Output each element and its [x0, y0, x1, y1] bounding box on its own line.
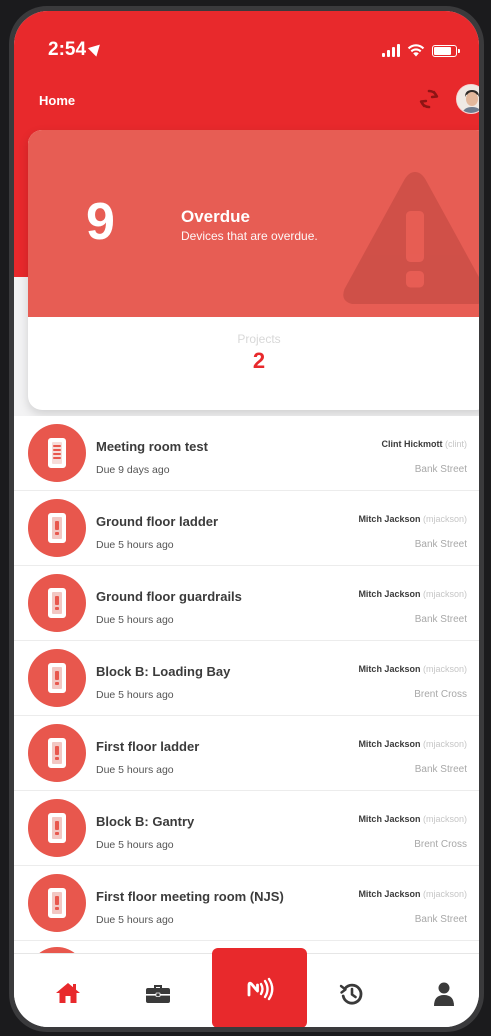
- assignee-name: Mitch Jackson: [358, 514, 421, 524]
- signal-icon: [382, 44, 400, 57]
- status-icons: [382, 43, 460, 57]
- device-alert-icon: [28, 499, 86, 557]
- phone-frame: 2:54 Home 9 Overdue Devices that are ove…: [9, 6, 484, 1032]
- item-location: Bank Street: [414, 914, 467, 925]
- item-assignee: Mitch Jackson (mjackson): [358, 814, 467, 824]
- device-alert-icon: [28, 724, 86, 782]
- assignee-name: Clint Hickmott: [381, 439, 443, 449]
- item-assignee: Mitch Jackson (mjackson): [358, 664, 467, 674]
- status-time: 2:54: [48, 39, 105, 61]
- item-assignee: Mitch Jackson (mjackson): [358, 889, 467, 899]
- item-location: Brent Cross: [414, 839, 467, 850]
- assignee-username: (mjackson): [422, 664, 467, 674]
- status-time-text: 2:54: [48, 39, 87, 60]
- projects-count: 2: [252, 348, 266, 373]
- wifi-icon: [407, 43, 425, 57]
- assignee-name: Mitch Jackson: [358, 814, 421, 824]
- document-icon: [28, 424, 86, 482]
- avatar[interactable]: [456, 84, 479, 114]
- avatar-image: [457, 85, 479, 113]
- item-due: Due 5 hours ago: [96, 764, 174, 776]
- item-location: Bank Street: [414, 539, 467, 550]
- tab-home[interactable]: [28, 954, 108, 1027]
- tab-profile[interactable]: [404, 954, 479, 1027]
- item-title: First floor meeting room (NJS): [96, 889, 284, 904]
- item-title: First floor ladder: [96, 739, 200, 754]
- tab-nfc-scan[interactable]: [212, 948, 307, 1027]
- item-due: Due 5 hours ago: [96, 614, 174, 626]
- list-item[interactable]: Block B: Loading Bay Due 5 hours ago Mitch…: [14, 641, 479, 716]
- projects-label: Projects: [237, 332, 281, 346]
- history-icon: [339, 983, 363, 1005]
- sync-icon: [419, 89, 439, 109]
- item-location: Bank Street: [414, 764, 467, 775]
- list-item[interactable]: Ground floor ladder Due 5 hours ago Mitch …: [14, 491, 479, 566]
- item-assignee: Mitch Jackson (mjackson): [358, 739, 467, 749]
- item-due: Due 5 hours ago: [96, 689, 174, 701]
- assignee-name: Mitch Jackson: [358, 889, 421, 899]
- app-screen: 2:54 Home 9 Overdue Devices that are ove…: [14, 11, 479, 1027]
- list-item[interactable]: Ground floor guardrails Due 5 hours ago Mi…: [14, 566, 479, 641]
- location-arrow-icon: [87, 40, 105, 57]
- assignee-username: (mjackson): [422, 739, 467, 749]
- item-assignee: Clint Hickmott (clint): [381, 439, 467, 449]
- item-title: Ground floor ladder: [96, 514, 219, 529]
- device-alert-icon: [28, 874, 86, 932]
- overdue-title: Overdue: [181, 207, 250, 226]
- item-due: Due 9 days ago: [96, 464, 170, 476]
- overdue-summary-card[interactable]: 9 Overdue Devices that are overdue. Proj…: [28, 130, 479, 410]
- assignee-name: Mitch Jackson: [358, 664, 421, 674]
- item-due: Due 5 hours ago: [96, 539, 174, 551]
- list-item[interactable]: First floor meeting room (NJS) Due 5 hour…: [14, 866, 479, 941]
- user-icon: [434, 982, 454, 1006]
- device-alert-icon: [28, 799, 86, 857]
- assignee-username: (mjackson): [422, 889, 467, 899]
- item-due: Due 5 hours ago: [96, 914, 174, 926]
- item-assignee: Mitch Jackson (mjackson): [358, 514, 467, 524]
- item-location: Bank Street: [414, 614, 467, 625]
- item-location: Bank Street: [414, 464, 467, 475]
- battery-icon: [432, 45, 460, 57]
- list-item[interactable]: First floor ladder Due 5 hours ago Mitch J…: [14, 716, 479, 791]
- assignee-name: Mitch Jackson: [358, 739, 421, 749]
- assignee-name: Mitch Jackson: [358, 589, 421, 599]
- assignee-username: (mjackson): [422, 514, 467, 524]
- home-icon: [56, 983, 80, 1003]
- list-item[interactable]: Meeting room test Due 9 days ago Clint Hic…: [14, 416, 479, 491]
- overdue-panel[interactable]: 9 Overdue Devices that are overdue.: [28, 130, 479, 317]
- device-alert-icon: [28, 574, 86, 632]
- status-bar: 2:54: [14, 11, 479, 81]
- list-item[interactable]: Block B: Gantry Due 5 hours ago Mitch Jack…: [14, 791, 479, 866]
- page-title: Home: [39, 93, 76, 108]
- item-location: Brent Cross: [414, 689, 467, 700]
- assignee-username: (clint): [445, 439, 467, 449]
- item-due: Due 5 hours ago: [96, 839, 174, 851]
- assignee-username: (mjackson): [422, 814, 467, 824]
- tab-history[interactable]: [312, 954, 392, 1027]
- item-title: Meeting room test: [96, 439, 208, 454]
- sync-button[interactable]: [417, 87, 441, 111]
- briefcase-icon: [146, 985, 170, 1003]
- item-assignee: Mitch Jackson (mjackson): [358, 589, 467, 599]
- item-title: Ground floor guardrails: [96, 589, 242, 604]
- overdue-subtitle: Devices that are overdue.: [181, 229, 318, 243]
- device-alert-icon: [28, 649, 86, 707]
- assignee-username: (mjackson): [422, 589, 467, 599]
- overdue-device-list: Meeting room test Due 9 days ago Clint Hic…: [14, 416, 479, 1005]
- tab-bar: [14, 948, 479, 1027]
- item-title: Block B: Loading Bay: [96, 664, 231, 679]
- overdue-count: 9: [86, 193, 115, 251]
- item-title: Block B: Gantry: [96, 814, 195, 829]
- warning-icon: [343, 172, 479, 304]
- tab-jobs[interactable]: [118, 954, 198, 1027]
- nfc-scan-icon: [247, 977, 273, 1001]
